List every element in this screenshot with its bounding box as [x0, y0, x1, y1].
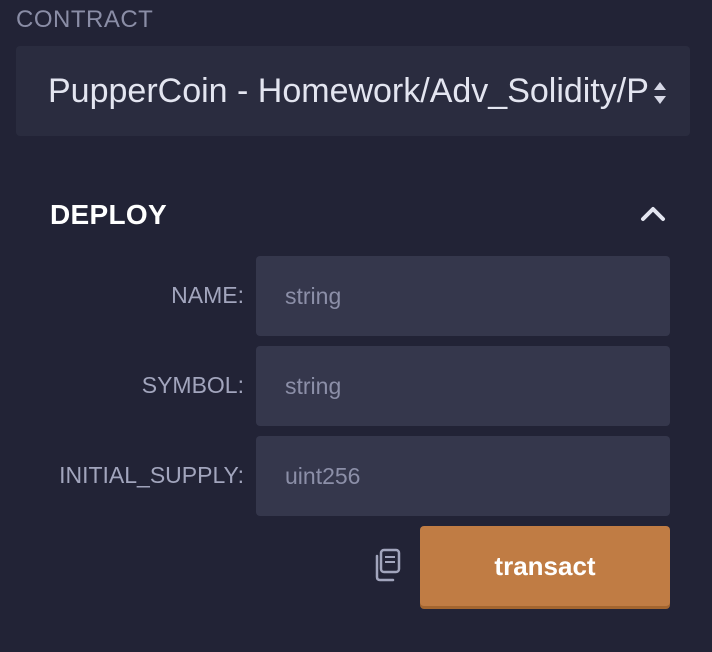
param-label-name: NAME:: [171, 282, 244, 308]
chevron-up-icon[interactable]: [640, 204, 666, 222]
copy-icon[interactable]: [372, 548, 402, 582]
transact-button[interactable]: transact: [420, 526, 670, 606]
contract-select[interactable]: PupperCoin - Homework/Adv_Solidity/Puppe…: [16, 46, 690, 136]
select-arrows-icon: [654, 82, 666, 104]
contract-label: CONTRACT: [16, 6, 154, 33]
param-label-initial-supply: INITIAL_SUPPLY:: [59, 462, 244, 488]
param-label-symbol: SYMBOL:: [141, 372, 244, 398]
symbol-input[interactable]: [256, 346, 670, 426]
name-input[interactable]: [256, 256, 670, 336]
deploy-title: DEPLOY: [50, 199, 167, 230]
initial-supply-input[interactable]: [256, 436, 670, 516]
contract-select-value: PupperCoin - Homework/Adv_Solidity/Puppe…: [48, 73, 648, 109]
